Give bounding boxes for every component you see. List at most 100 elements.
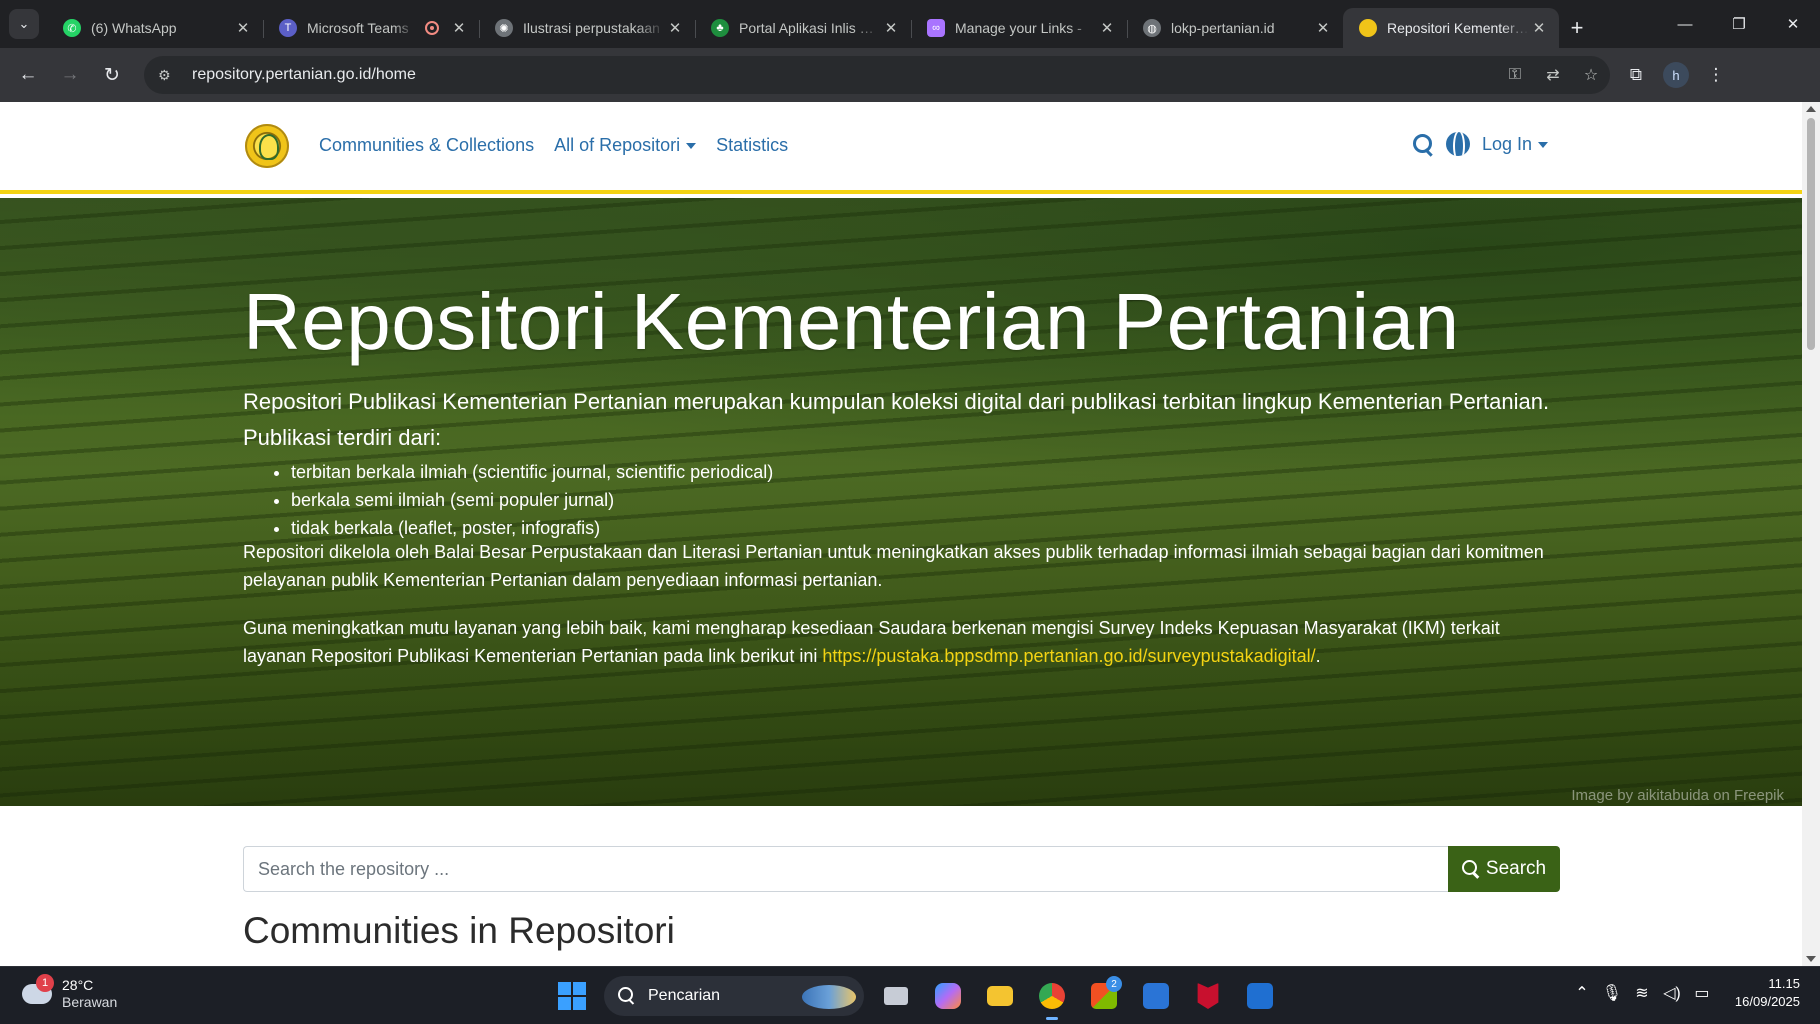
extensions-icon[interactable]: ⧉ — [1616, 55, 1656, 95]
nav-all-of-repositori[interactable]: All of Repositori — [554, 135, 697, 156]
store-badge: 2 — [1106, 976, 1122, 992]
tab-title: Manage your Links - — [955, 20, 1082, 36]
mcafee-icon[interactable] — [1188, 976, 1228, 1016]
battery-icon[interactable]: ▭ — [1687, 983, 1717, 1003]
search-button[interactable]: Search — [1448, 846, 1560, 892]
browser-toolbar: ← → ↻ ⚙ repository.pertanian.go.id/home … — [0, 48, 1820, 102]
caret-down-icon — [686, 143, 697, 150]
page-scrollbar[interactable] — [1802, 102, 1820, 966]
tab-repositori[interactable]: Repositori Kementerian ✕ — [1343, 8, 1559, 48]
tab-manage-links[interactable]: ∞ Manage your Links - ✕ — [911, 8, 1127, 48]
close-tab-icon[interactable]: ✕ — [881, 19, 901, 37]
tab-whatsapp[interactable]: ✆ (6) WhatsApp ✕ — [47, 8, 263, 48]
weather-temp: 28°C — [62, 977, 94, 993]
taskbar-apps: Pencarian 2 — [552, 976, 1280, 1020]
taskbar-search[interactable]: Pencarian — [604, 976, 864, 1016]
chevron-up-icon[interactable]: ⌃ — [1567, 983, 1597, 1003]
language-globe-icon[interactable] — [1446, 132, 1470, 156]
minimize-button[interactable]: — — [1658, 0, 1712, 48]
survey-link[interactable]: https://pustaka.bppsdmp.pertanian.go.id/… — [822, 646, 1315, 666]
clock-date: 16/09/2025 — [1734, 994, 1800, 1009]
nav-all-label: All of Repositori — [554, 135, 681, 155]
menu-kebab-icon[interactable]: ⋮ — [1696, 55, 1736, 95]
nav-statistics[interactable]: Statistics — [716, 135, 788, 156]
close-tab-icon[interactable]: ✕ — [1313, 19, 1333, 37]
scrollbar-thumb[interactable] — [1807, 118, 1815, 350]
chrome-icon[interactable] — [1032, 976, 1072, 1020]
avatar: h — [1663, 62, 1689, 88]
translate-icon[interactable]: ⇄ — [1534, 65, 1572, 85]
restore-button[interactable]: ❐ — [1712, 0, 1766, 48]
close-window-button[interactable]: ✕ — [1766, 0, 1820, 48]
close-tab-icon[interactable]: ✕ — [1097, 19, 1117, 37]
weather-widget[interactable]: 1 28°C Berawan — [22, 974, 117, 1011]
chevron-down-icon: ⌄ — [18, 16, 30, 31]
site-info-icon[interactable]: ⚙ — [158, 67, 178, 84]
links-icon: ∞ — [927, 19, 945, 37]
tab-title: Microsoft Teams — [307, 20, 409, 36]
portal-icon: ♣ — [711, 19, 729, 37]
cloud-icon: 1 — [22, 974, 54, 1004]
password-key-icon[interactable]: ⚿ — [1496, 66, 1534, 84]
url-text[interactable]: repository.pertanian.go.id/home — [192, 66, 1496, 84]
teams-icon: T — [279, 19, 297, 37]
tab-title: Ilustrasi perpustakaan — [523, 20, 660, 36]
main-navigation: Communities & Collections All of Reposit… — [319, 135, 788, 156]
web-page: Communities & Collections All of Reposit… — [0, 102, 1802, 966]
scroll-down-icon[interactable] — [1806, 956, 1816, 962]
reload-icon: ↻ — [104, 64, 120, 86]
list-item: terbitan berkala ilmiah (scientific jour… — [291, 458, 773, 486]
outlook-icon[interactable] — [1240, 976, 1280, 1016]
close-tab-icon[interactable]: ✕ — [233, 19, 253, 37]
clock[interactable]: 11.15 16/09/2025 — [1735, 975, 1800, 1011]
tab-lokp[interactable]: ◍ lokp-pertanian.id ✕ — [1127, 8, 1343, 48]
forward-button[interactable]: → — [52, 57, 88, 93]
search-icon — [1461, 860, 1480, 878]
wifi-icon[interactable]: ≋ — [1627, 983, 1657, 1003]
survey-text-end: . — [1315, 646, 1321, 666]
scroll-up-icon[interactable] — [1806, 106, 1816, 112]
tab-teams[interactable]: T Microsoft Teams ✕ — [263, 8, 479, 48]
arrow-left-icon: ← — [18, 64, 38, 85]
bookmark-star-icon[interactable]: ☆ — [1572, 65, 1610, 85]
caret-down-icon — [1538, 141, 1549, 148]
kementan-logo[interactable] — [245, 124, 289, 168]
publication-type-list: terbitan berkala ilmiah (scientific jour… — [291, 458, 773, 542]
copilot-icon[interactable] — [928, 976, 968, 1016]
reload-button[interactable]: ↻ — [94, 57, 130, 93]
openai-icon: ✺ — [495, 19, 513, 37]
task-view-icon[interactable] — [876, 976, 916, 1016]
profile-button[interactable]: h — [1656, 55, 1696, 95]
login-dropdown[interactable]: Log In — [1482, 133, 1549, 155]
tab-search-button[interactable]: ⌄ — [9, 9, 39, 39]
nav-communities-collections[interactable]: Communities & Collections — [319, 135, 534, 156]
new-tab-button[interactable]: + — [1559, 8, 1595, 48]
image-credit: Image by aikitabuida on Freepik — [1571, 787, 1784, 804]
search-icon[interactable] — [1412, 133, 1434, 155]
hero-banner: Repositori Kementerian Pertanian Reposit… — [0, 198, 1802, 806]
close-tab-icon[interactable]: ✕ — [1529, 19, 1549, 37]
windows-start-icon[interactable] — [552, 976, 592, 1016]
tab-title: (6) WhatsApp — [91, 20, 177, 36]
microphone-icon[interactable]: 🎙 — [1597, 983, 1627, 1003]
tab-title: Portal Aplikasi Inlis Lite — [739, 20, 881, 36]
address-bar[interactable]: ⚙ repository.pertanian.go.id/home ⚿ ⇄ ☆ — [144, 56, 1610, 94]
close-tab-icon[interactable]: ✕ — [449, 19, 469, 37]
search-input[interactable] — [243, 846, 1448, 892]
globe-icon: ◍ — [1143, 19, 1161, 37]
file-explorer-icon[interactable] — [980, 976, 1020, 1016]
back-button[interactable]: ← — [10, 57, 46, 93]
hero-lead: Repositori Publikasi Kementerian Pertani… — [243, 389, 1550, 450]
vscode-like-icon[interactable] — [1136, 976, 1176, 1016]
store-icon[interactable]: 2 — [1084, 976, 1124, 1016]
tab-title: lokp-pertanian.id — [1171, 20, 1275, 36]
search-button-label: Search — [1485, 858, 1547, 879]
tab-portal-inlis[interactable]: ♣ Portal Aplikasi Inlis Lite ✕ — [695, 8, 911, 48]
site-header: Communities & Collections All of Reposit… — [0, 102, 1802, 194]
search-icon — [618, 987, 636, 1005]
volume-icon[interactable]: ◁) — [1657, 983, 1687, 1003]
close-tab-icon[interactable]: ✕ — [665, 19, 685, 37]
tab-title: Repositori Kementerian — [1387, 20, 1529, 36]
tab-ilustrasi[interactable]: ✺ Ilustrasi perpustakaan ✕ — [479, 8, 695, 48]
login-label: Log In — [1482, 133, 1533, 154]
